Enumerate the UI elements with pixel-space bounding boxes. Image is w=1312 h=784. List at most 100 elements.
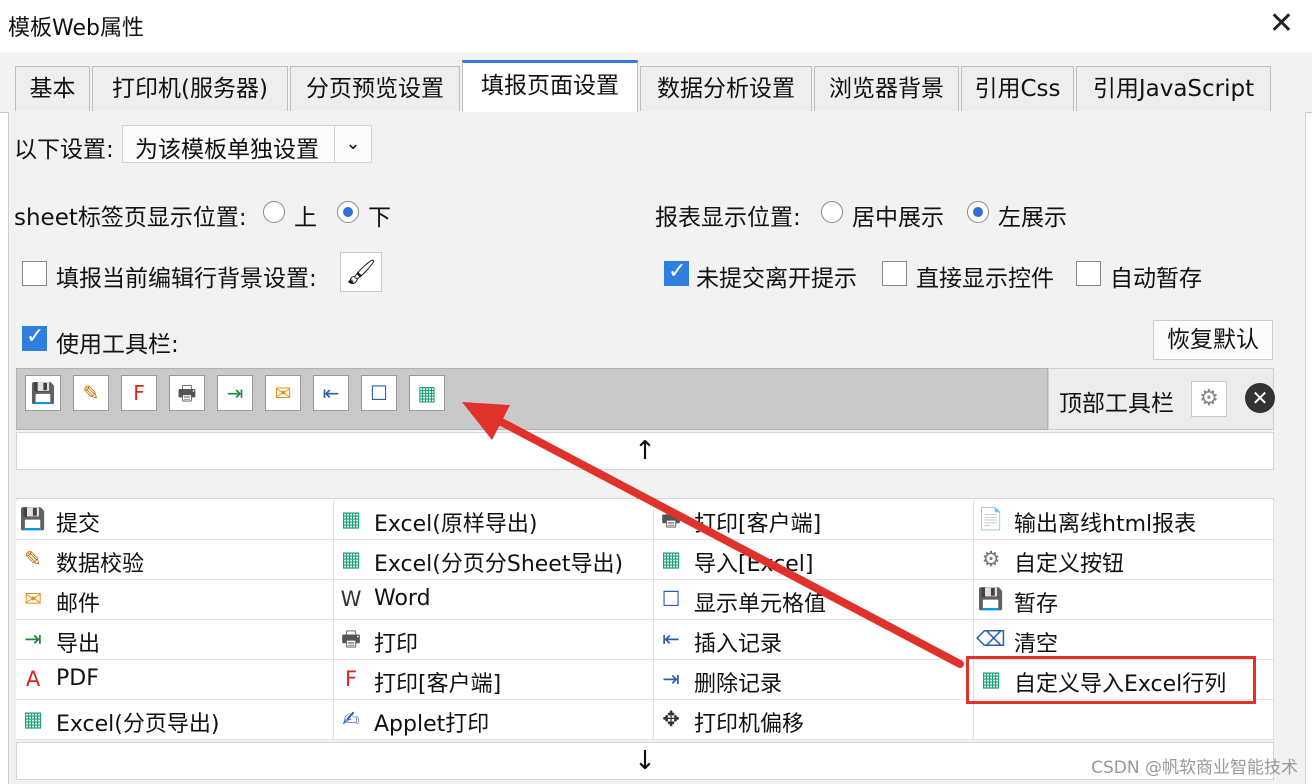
tab-javascript[interactable]: 引用JavaScript: [1076, 66, 1271, 111]
tab-browser-bg[interactable]: 浏览器背景: [814, 66, 959, 111]
scope-label: 以下设置:: [14, 137, 114, 163]
autosave-label: 自动暂存: [1110, 266, 1202, 292]
toolbar-position-label: 顶部工具栏: [1059, 391, 1174, 417]
toolbar-button-option[interactable]: A PDF: [16, 660, 334, 700]
tab-printer-server[interactable]: 打印机(服务器): [92, 66, 288, 111]
toolbar-button-option[interactable]: ✉ 邮件: [16, 580, 334, 620]
insert-icon[interactable]: ⇤: [313, 375, 349, 411]
toolbar-button-option[interactable]: ▦ Excel(分页分Sheet导出): [334, 540, 654, 580]
move-up-button[interactable]: ↑: [16, 432, 1274, 470]
toolbar-button-option[interactable]: ✥ 打印机偏移: [654, 700, 974, 740]
option-icon: ⌫: [976, 627, 1006, 651]
unsubmit-warning-checkbox[interactable]: [664, 259, 689, 286]
tab-css[interactable]: 引用Css: [961, 66, 1074, 111]
sheet-radio-up-label: 上: [294, 205, 317, 231]
direct-control-checkbox[interactable]: [882, 261, 907, 286]
option-icon: 🖶: [341, 627, 361, 651]
paint-bucket-icon[interactable]: 🖌: [340, 252, 382, 292]
toolbar-button-option[interactable]: 💾 暂存: [974, 580, 1274, 620]
sheet-radio-down[interactable]: [337, 201, 359, 223]
restore-default-button[interactable]: 恢复默认: [1153, 320, 1273, 360]
option-label: 邮件: [56, 592, 101, 617]
toolbar-button-option[interactable]: W Word: [334, 580, 654, 620]
tab-data-analysis[interactable]: 数据分析设置: [640, 66, 812, 111]
option-icon: A: [25, 667, 41, 691]
option-icon: 🖶: [661, 507, 681, 531]
toolbar-button-option[interactable]: 📄 输出离线html报表: [974, 500, 1274, 540]
remove-icon[interactable]: ✕: [1245, 383, 1275, 413]
option-icon: F: [344, 667, 358, 691]
option-icon: 💾: [977, 587, 1005, 611]
toolbar-button-option[interactable]: ⇥ 导出: [16, 620, 334, 660]
option-label: Applet打印: [374, 712, 490, 737]
option-icon: ▦: [23, 707, 43, 731]
scope-value: 为该模板单独设置: [135, 137, 319, 163]
watermark: CSDN @帆软商业智能技术: [1091, 758, 1298, 778]
option-icon: ✎: [24, 547, 42, 571]
option-icon: ✍: [342, 707, 360, 731]
toolbar-button-option[interactable]: ⌫ 清空: [974, 620, 1274, 660]
mail-icon[interactable]: ✉: [265, 375, 301, 411]
option-label: 删除记录: [694, 672, 783, 697]
use-toolbar-checkbox[interactable]: [22, 324, 47, 351]
cell-icon[interactable]: ☐: [361, 375, 397, 411]
option-icon: ☐: [661, 587, 681, 611]
option-icon: 📄: [977, 507, 1005, 531]
toolbar-button-option[interactable]: 💾 提交: [16, 500, 334, 540]
sheet-radio-up[interactable]: [263, 201, 285, 223]
option-label: Excel(分页导出): [56, 712, 220, 737]
toolbar-position-panel: 顶部工具栏 ⚙ ✕: [1048, 368, 1275, 430]
option-label: PDF: [56, 666, 99, 691]
scope-select[interactable]: 为该模板单独设置 ⌄: [122, 125, 372, 163]
option-label: 插入记录: [694, 632, 783, 657]
tab-fill-page[interactable]: 填报页面设置: [462, 60, 638, 112]
report-radio-left-label: 左展示: [998, 205, 1067, 231]
option-icon: ⚙: [981, 547, 1001, 571]
toolbar-button-option[interactable]: ⇥ 删除记录: [654, 660, 974, 700]
option-icon: ⇥: [24, 627, 42, 651]
toolbar-button-option[interactable]: ▦ 导入[Excel]: [654, 540, 974, 580]
title-bar: 模板Web属性 ✕: [0, 0, 1312, 52]
tab-bar: 基本 打印机(服务器) 分页预览设置 填报页面设置 数据分析设置 浏览器背景 引…: [0, 52, 1312, 113]
highlight-box: [966, 656, 1256, 704]
export-icon[interactable]: ⇥: [217, 375, 253, 411]
toolbar-button-option[interactable]: 🖶 打印[客户端]: [654, 500, 974, 540]
report-radio-left[interactable]: [967, 201, 989, 223]
toolbar-button-option[interactable]: ☐ 显示单元格值: [654, 580, 974, 620]
sheet-position-label: sheet标签页显示位置:: [14, 205, 247, 231]
chevron-down-icon[interactable]: ⌄: [334, 126, 371, 162]
report-radio-center[interactable]: [821, 201, 843, 223]
toolbar-button-option[interactable]: ⚙ 自定义按钮: [974, 540, 1274, 580]
option-label: Word: [374, 586, 431, 611]
row-bg-checkbox[interactable]: [22, 261, 47, 286]
toolbar-button-option: [974, 700, 1274, 740]
move-down-button[interactable]: ↓: [16, 742, 1274, 780]
unsubmit-warning-label: 未提交离开提示: [696, 266, 857, 292]
close-icon[interactable]: ✕: [1269, 6, 1294, 41]
gear-icon[interactable]: ⚙: [1191, 381, 1227, 417]
toolbar-button-option[interactable]: ⇤ 插入记录: [654, 620, 974, 660]
option-label: 打印: [374, 632, 419, 657]
toolbar-button-option[interactable]: ✎ 数据校验: [16, 540, 334, 580]
toolbar-button-option[interactable]: ▦ Excel(分页导出): [16, 700, 334, 740]
print-icon[interactable]: 🖶: [169, 375, 205, 411]
window-title: 模板Web属性: [8, 16, 144, 41]
save-icon[interactable]: 💾: [25, 375, 61, 411]
report-position-label: 报表显示位置:: [655, 205, 801, 231]
toolbar-button-option[interactable]: 🖶 打印: [334, 620, 654, 660]
autosave-checkbox[interactable]: [1076, 261, 1101, 286]
option-icon: ▦: [341, 507, 361, 531]
option-icon: ▦: [661, 547, 681, 571]
toolbar-button-option[interactable]: ▦ Excel(原样导出): [334, 500, 654, 540]
pdf-print-icon[interactable]: F: [121, 375, 157, 411]
toolbar-button-option[interactable]: F 打印[客户端]: [334, 660, 654, 700]
excel-icon[interactable]: ▦: [409, 375, 445, 411]
option-label: 清空: [1014, 632, 1059, 657]
option-label: 输出离线html报表: [1014, 512, 1197, 537]
tab-page-preview[interactable]: 分页预览设置: [290, 66, 460, 111]
toolbar-button-option[interactable]: ✍ Applet打印: [334, 700, 654, 740]
verify-icon[interactable]: ✎: [73, 375, 109, 411]
option-label: 自定义按钮: [1014, 552, 1125, 577]
tab-basic[interactable]: 基本: [15, 66, 90, 111]
option-icon: ✉: [24, 587, 42, 611]
